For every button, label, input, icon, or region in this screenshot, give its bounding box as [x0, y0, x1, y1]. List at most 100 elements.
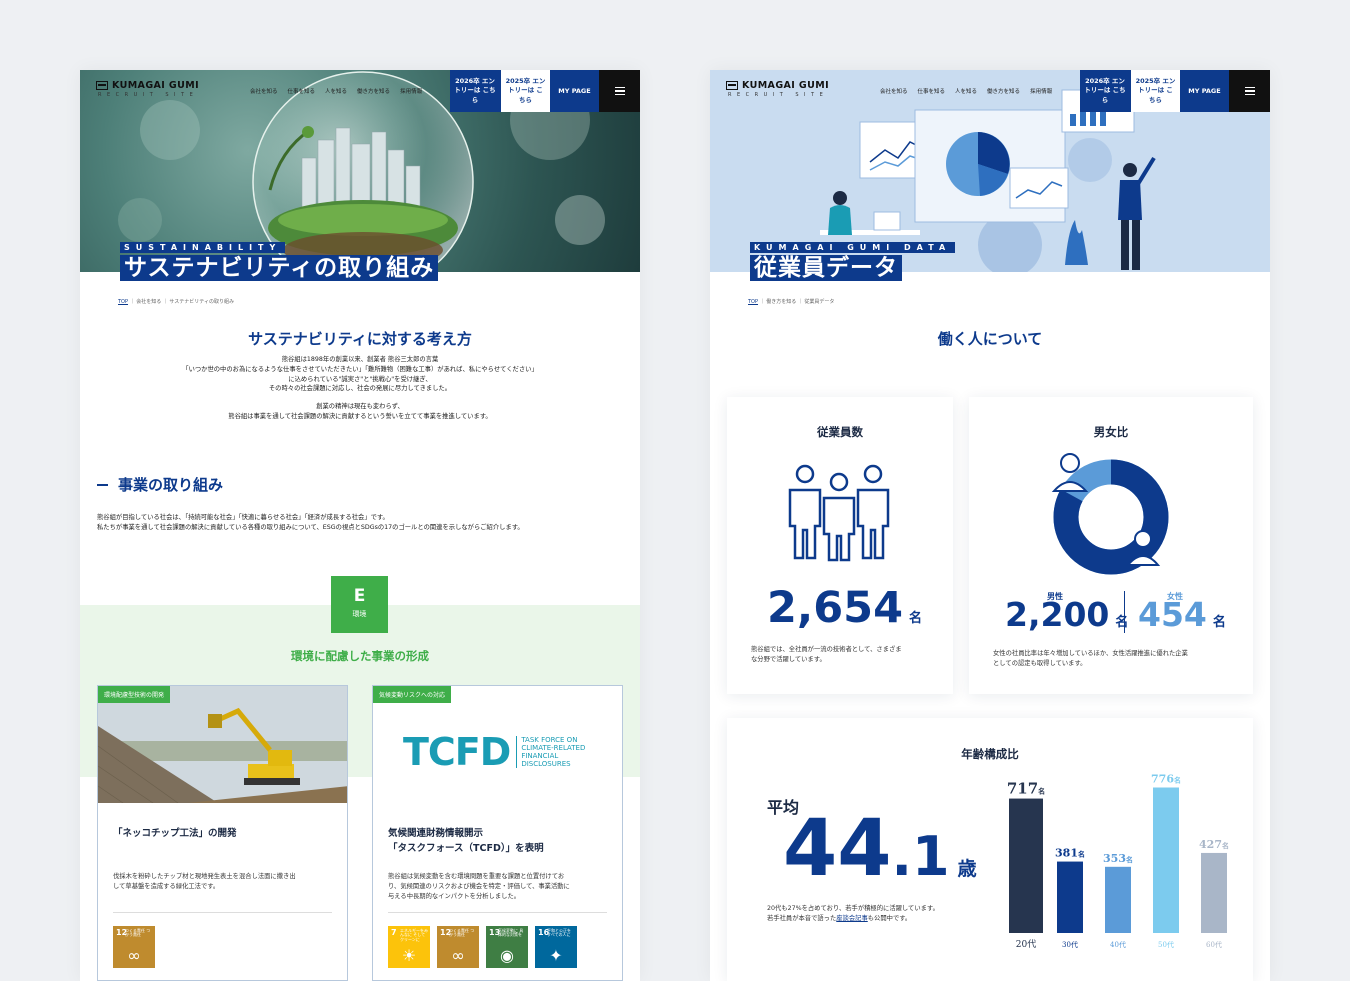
breadcrumb-parent[interactable]: 会社を知る: [136, 299, 161, 305]
tcfd-logo: TCFD TASK FORCE ON CLIMATE-RELATED FINAN…: [403, 730, 586, 774]
breadcrumb-current: サステナビリティの取り組み: [169, 299, 235, 305]
age-value-label: 381名: [1055, 847, 1085, 860]
nav-recruit[interactable]: 採用情報: [1030, 87, 1052, 95]
hero-tag: SUSTAINABILITY: [120, 242, 286, 253]
sdg-13-icon: 13 気候変動に 具体的な対策を ◉: [486, 926, 528, 968]
card-tag: 環境配慮型技術の開発: [98, 686, 171, 703]
employee-count: 2,654 名: [767, 583, 923, 633]
card-title: 男女比: [1093, 425, 1129, 439]
age-bar-chart: 717名 20代 381名 30代 353名 40代 776名 50代 427名 60代: [1007, 773, 1229, 950]
nav-recruit[interactable]: 採用情報: [400, 87, 422, 95]
nav-workstyle[interactable]: 働き方を知る: [357, 87, 390, 95]
entry-2025-button[interactable]: 2025卒 エントリーは こちら: [1130, 70, 1180, 112]
card-title: 従業員数: [817, 425, 863, 439]
sdg-16-icon: 16 平和と公正を すべての人に ✦: [535, 926, 577, 968]
global-nav: 会社を知る 仕事を知る 人を知る 働き方を知る 採用情報: [250, 87, 422, 95]
nav-people[interactable]: 人を知る: [955, 87, 977, 95]
mypage-button[interactable]: MY PAGE: [1180, 70, 1229, 112]
people-icon: [788, 464, 890, 562]
page-title: サステナビリティの取り組み: [120, 255, 439, 282]
age-category-label: 20代: [1016, 939, 1036, 950]
age-category-label: 60代: [1206, 940, 1222, 949]
gender-text: 女性の社員比率は年々増加しているほか、女性活躍推進に優れた企業 としての認定も取…: [993, 650, 1188, 668]
card-title: 「ネッコチップ工法」の開発: [113, 828, 237, 839]
nav-company[interactable]: 会社を知る: [880, 87, 908, 95]
global-nav: 会社を知る 仕事を知る 人を知る 働き方を知る 採用情報: [880, 87, 1052, 95]
age-category-label: 30代: [1062, 940, 1078, 949]
employee-count-card: 従業員数 2,654 名 熊谷組では、全社員が一流の技術者として、さまざま な分野…: [727, 397, 953, 694]
sustainability-page: KUMAGAI GUMI RECRUIT SITE 会社を知る 仕事を知る 人を…: [80, 70, 640, 981]
sdg-12-icon: 12 つくる責任 つかう責任 ∞: [113, 926, 155, 968]
excavator-photo: [98, 686, 347, 803]
employee-data-page: KUMAGAI GUMI RECRUIT SITE 会社を知る 仕事を知る 人を…: [710, 70, 1270, 981]
age-text: 20代も27%を占めており、若手が積極的に活躍しています。 若手社員が本音で語っ…: [767, 905, 939, 923]
nav-company[interactable]: 会社を知る: [250, 87, 278, 95]
section-title: 働く人について: [937, 330, 1043, 348]
mypage-button[interactable]: MY PAGE: [550, 70, 599, 112]
age-bar-40代: [1105, 866, 1131, 933]
entry-2025-button[interactable]: 2025卒 エントリーは こちら: [500, 70, 550, 112]
sdg-12-icon: 12 つくる責任 つかう責任 ∞: [437, 926, 479, 968]
breadcrumb: TOP ｜ 働き方を知る ｜ 従業員データ: [748, 299, 835, 305]
average-age: 44.1 歳: [783, 804, 977, 894]
hamburger-menu-icon[interactable]: [599, 70, 640, 112]
card-text: 熊谷組は気候変動を含む環境問題を重要な課題と位置付けてお り、気候関連のリスクお…: [388, 873, 570, 901]
card-text: 伐採木を粉砕したチップ材と現地発生表土を混合し法面に撒き出 して草基盤を造成する…: [113, 873, 296, 891]
business-heading: 事業の取り組み: [97, 474, 223, 495]
entry-2026-button[interactable]: 2026卒 エントリーは こちら: [1080, 70, 1130, 112]
site-logo[interactable]: KUMAGAI GUMI RECRUIT SITE: [96, 80, 199, 98]
business-text: 熊谷組が目指している社会は、「持続可能な社会」「快適に暮らせる社会」「経済が成長…: [97, 514, 524, 532]
card-necco-chip[interactable]: 環境配慮型技術の開発 「ネッコチップ工法」の開発 伐採木を粉砕したチップ材と現地…: [97, 685, 348, 981]
card-divider: [388, 912, 607, 913]
nav-work[interactable]: 仕事を知る: [288, 87, 316, 95]
concept-title: サステナビリティに対する考え方: [248, 330, 472, 348]
gender-ratio-card: 男女比 男性 2,200 名 女性 454 名 女性の社員比率は年々増加しているほか…: [969, 397, 1253, 694]
breadcrumb-parent[interactable]: 働き方を知る: [766, 299, 796, 305]
age-value-label: 776名: [1151, 773, 1181, 786]
nav-people[interactable]: 人を知る: [325, 87, 347, 95]
card-divider: [113, 912, 332, 913]
sdg-icons: 7 エネルギーをみんなに そしてクリーンに ☀ 12 つくる責任 つかう責任 ∞ 13 気…: [388, 926, 577, 968]
hamburger-menu-icon[interactable]: [1229, 70, 1270, 112]
gender-divider: [1124, 591, 1125, 633]
breadcrumb-top[interactable]: TOP: [118, 299, 128, 305]
card-title: 気候関連財務情報開示 「タスクフォース（TCFD）」を表明: [388, 828, 544, 855]
age-category-label: 50代: [1158, 940, 1174, 949]
sdg-7-icon: 7 エネルギーをみんなに そしてクリーンに ☀: [388, 926, 430, 968]
roundtable-article-link[interactable]: 座談会記事: [836, 915, 867, 922]
employee-text: 熊谷組では、全社員が一流の技術者として、さまざま な分野で活躍しています。: [751, 646, 902, 664]
age-value-label: 717名: [1007, 780, 1045, 798]
nav-work[interactable]: 仕事を知る: [918, 87, 946, 95]
site-logo[interactable]: KUMAGAI GUMI RECRUIT SITE: [726, 80, 829, 98]
age-bar-60代: [1201, 852, 1227, 933]
age-bar-50代: [1153, 787, 1179, 933]
breadcrumb-current: 従業員データ: [804, 299, 835, 305]
age-value-label: 427名: [1199, 838, 1229, 851]
nav-workstyle[interactable]: 働き方を知る: [987, 87, 1020, 95]
card-tag: 気候変動リスクへの対応: [373, 686, 452, 703]
age-composition-card: 年齢構成比 平均 44.1 歳 20代も27%を占めており、若手が積極的に活躍して…: [727, 718, 1253, 981]
card-tcfd[interactable]: 気候変動リスクへの対応 TCFD TASK FORCE ON CLIMATE-R…: [372, 685, 623, 981]
entry-2026-button[interactable]: 2026卒 エントリーは こちら: [450, 70, 500, 112]
site-header: KUMAGAI GUMI RECRUIT SITE 会社を知る 仕事を知る 人を…: [710, 70, 1270, 112]
concept-text: 熊谷組は1898年の創業以来、創業者 熊谷三太郎の言葉 「いつか世の中のお為にな…: [182, 356, 538, 420]
environment-title: 環境に配慮した事業の形成: [291, 649, 429, 663]
age-value-label: 353名: [1103, 852, 1133, 865]
age-bar-30代: [1057, 861, 1083, 933]
breadcrumb-top[interactable]: TOP: [748, 299, 758, 305]
card-title: 年齢構成比: [961, 747, 1019, 761]
site-header: KUMAGAI GUMI RECRUIT SITE 会社を知る 仕事を知る 人を…: [80, 70, 640, 112]
age-category-label: 40代: [1110, 940, 1126, 949]
hero-tag: KUMAGAI GUMI DATA: [750, 242, 956, 253]
kumagai-logo-icon: [726, 81, 738, 90]
gender-donut-chart: [1051, 453, 1169, 575]
esg-e-badge: E 環境: [331, 576, 388, 633]
breadcrumb: TOP ｜ 会社を知る ｜ サステナビリティの取り組み: [118, 299, 235, 305]
age-bar-20代: [1009, 798, 1043, 933]
female-count: 454 名: [1138, 595, 1226, 634]
page-title: 従業員データ: [750, 255, 902, 282]
sdg-icons: 12 つくる責任 つかう責任 ∞: [113, 926, 155, 968]
kumagai-logo-icon: [96, 81, 108, 90]
heading-bar: [97, 483, 108, 486]
male-count: 2,200 名: [1005, 595, 1129, 634]
